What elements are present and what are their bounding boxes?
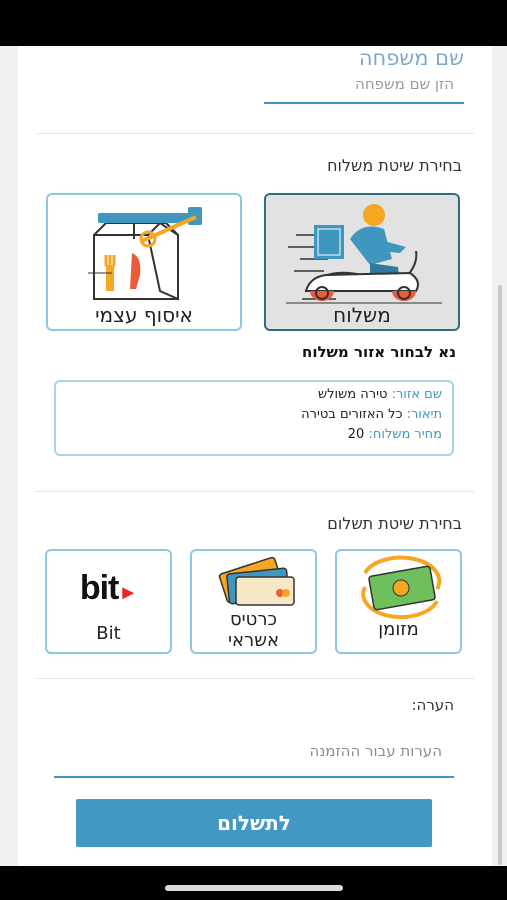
payment-option-cash[interactable]: מזומן [335, 549, 462, 654]
payment-method-title: בחירת שיטת תשלום [327, 514, 462, 533]
checkout-form: שם משפחה בחירת שיטת משלוח משלוח [18, 46, 492, 866]
zone-price-key: מחיר משלוח: [368, 427, 442, 442]
credit-card-label-line-1: כרטיס [229, 609, 278, 630]
zone-price-row: מחיר משלוח: 20 [66, 425, 442, 445]
note-input[interactable] [54, 726, 454, 778]
system-navigation-bar [0, 866, 507, 900]
zone-price-value: 20 [347, 427, 365, 442]
divider [36, 491, 474, 492]
credit-card-label-line-2: אשראי [227, 630, 279, 651]
shipping-option-label: משלוח [333, 303, 391, 327]
divider [36, 678, 474, 679]
zone-desc-key: תיאור: [406, 407, 442, 422]
bit-logo-text: bit [79, 569, 120, 607]
home-indicator[interactable] [165, 885, 343, 891]
shipping-option-label: איסוף עצמי [95, 303, 193, 327]
payment-option-label: כרטיס אשראי [192, 609, 315, 651]
shipping-method-title: בחירת שיטת משלוח [327, 156, 462, 175]
divider [36, 133, 474, 134]
scrollbar[interactable] [498, 285, 502, 865]
zone-desc-value: כל האזורים בטירה [301, 407, 403, 422]
pay-button[interactable]: לתשלום [76, 799, 432, 847]
delivery-zone-card[interactable]: שם אזור: טירה משולש תיאור: כל האזורים בט… [54, 380, 454, 456]
delivery-zone-prompt[interactable]: נא לבחור אזור משלוח [302, 343, 456, 361]
bit-logo-icon: bit► [79, 569, 138, 607]
zone-name-key: שם אזור: [391, 387, 442, 402]
payment-option-label: Bit [96, 623, 121, 644]
status-bar [0, 0, 507, 46]
shipping-option-pickup[interactable]: איסוף עצמי [46, 193, 242, 331]
payment-option-label: מזומן [378, 619, 419, 640]
zone-name-row: שם אזור: טירה משולש [66, 385, 442, 405]
payment-option-credit-card[interactable]: כרטיס אשראי [190, 549, 317, 654]
last-name-input[interactable] [264, 66, 464, 104]
shipping-option-delivery[interactable]: משלוח [264, 193, 460, 331]
note-label: הערה: [411, 696, 454, 714]
zone-name-value: טירה משולש [317, 387, 388, 402]
payment-option-bit[interactable]: bit► Bit [45, 549, 172, 654]
zone-desc-row: תיאור: כל האזורים בטירה [66, 405, 442, 425]
